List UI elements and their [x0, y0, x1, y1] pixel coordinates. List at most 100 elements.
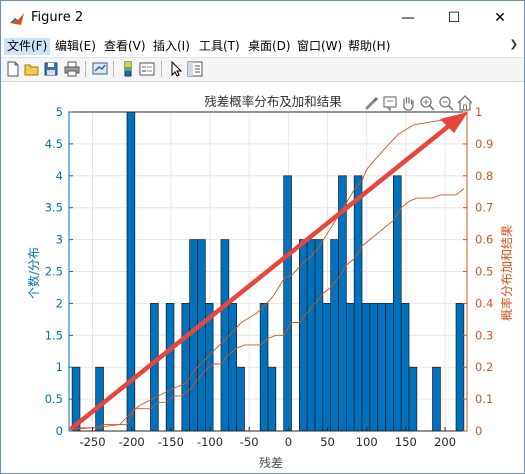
y-tick-label-right: 0.3 [475, 328, 493, 342]
y-tick-label-right: 0.5 [475, 265, 493, 279]
y-tick-label: 3.5 [45, 201, 63, 215]
save-icon[interactable] [42, 60, 60, 78]
datatip-icon[interactable] [383, 96, 397, 112]
histogram-bar [95, 366, 104, 432]
y-axis-label: 个数/分布 [26, 247, 41, 299]
histogram-bar [165, 303, 175, 432]
toolbar-separator [161, 61, 162, 77]
menu-help[interactable]: 帮助(H) [345, 38, 393, 55]
y-tick-label-right: 0.6 [475, 233, 493, 247]
histogram-bar [150, 303, 159, 432]
minimize-button[interactable]: — [385, 3, 431, 33]
y-tick-label-right: 0.7 [475, 201, 493, 215]
x-tick-label: -50 [240, 435, 259, 449]
y-tick-label: 5 [56, 105, 63, 119]
print-icon[interactable] [63, 60, 81, 78]
histogram-bar [361, 303, 371, 432]
histogram-bar [400, 303, 410, 432]
y-tick-label-right: 0 [475, 424, 482, 438]
menu-bar: 文件(F) 编辑(E) 查看(V) 插入(I) 工具(T) 桌面(D) 窗口(W… [1, 35, 524, 58]
toolbar-separator [85, 61, 86, 77]
x-axis-label: 残差 [259, 456, 283, 470]
link-plot-icon[interactable] [91, 60, 109, 78]
menu-tools[interactable]: 工具(T) [196, 38, 243, 55]
menu-desktop[interactable]: 桌面(D) [245, 38, 294, 55]
x-tick-label: -200 [119, 435, 145, 449]
y-tick-label: 4 [56, 169, 63, 183]
histogram-bar [408, 366, 418, 432]
home-icon[interactable] [457, 95, 473, 111]
y-tick-label-right: 0.9 [475, 137, 493, 151]
zoom-out-icon[interactable] [439, 96, 454, 111]
menu-file[interactable]: 文件(F) [4, 38, 51, 55]
y-tick-label: 2 [56, 296, 63, 310]
close-icon: ✕ [494, 10, 506, 26]
histogram-bar [377, 303, 386, 432]
chart-title: 残差概率分布及加和结果 [204, 94, 342, 109]
y-tick-label: 4.5 [45, 137, 63, 151]
pointer-icon[interactable] [167, 60, 185, 78]
y-tick-label: 1.5 [45, 328, 63, 342]
y-tick-label-right: 0.8 [475, 169, 493, 183]
matlab-logo-icon [10, 13, 24, 25]
y-tick-label: 0 [56, 424, 63, 438]
y-tick-label-right: 1 [475, 105, 482, 119]
legend-icon[interactable] [138, 60, 156, 78]
x-tick-label: -150 [158, 435, 184, 449]
maximize-button[interactable]: ☐ [431, 3, 477, 33]
histogram-bar [298, 239, 308, 432]
histogram-bar [455, 303, 465, 432]
axes-toolbar [365, 95, 473, 112]
brush-icon[interactable] [365, 97, 378, 110]
maximize-icon: ☐ [447, 10, 461, 26]
histogram-bar [220, 239, 230, 432]
title-bar[interactable]: Figure 2 — ☐ ✕ [1, 1, 524, 35]
menu-window[interactable]: 窗口(W) [294, 38, 345, 55]
x-tick-label: 200 [434, 435, 456, 449]
open-icon[interactable] [23, 60, 41, 78]
histogram-bar [236, 366, 245, 432]
colorbar-icon[interactable] [119, 60, 137, 78]
figure-window: Figure 2 — ☐ ✕ 文件(F) 编辑(E) 查看(V) 插入(I) 工… [0, 0, 525, 474]
y-tick-label-right: 0.2 [475, 360, 493, 374]
pan-icon[interactable] [403, 96, 414, 111]
histogram-bar [330, 239, 339, 432]
zoom-in-icon[interactable] [420, 96, 435, 111]
x-tick-label: 50 [320, 435, 335, 449]
histogram-bar [345, 303, 355, 432]
x-tick-label: -100 [197, 435, 223, 449]
histogram-bar [432, 366, 441, 432]
histogram-bar [385, 303, 394, 432]
menu-edit[interactable]: 编辑(E) [52, 38, 99, 55]
histogram-bar [197, 239, 206, 432]
histogram-bar [267, 366, 277, 432]
x-tick-label: 0 [285, 435, 292, 449]
histogram-bar [228, 303, 238, 432]
y-tick-label: 3 [56, 233, 63, 247]
histogram-bar [369, 303, 379, 432]
menu-insert[interactable]: 插入(I) [150, 38, 193, 55]
y-tick-label-right: 0.1 [475, 392, 493, 406]
window-title: Figure 2 [31, 10, 84, 25]
new-figure-icon[interactable] [4, 60, 22, 78]
minimize-icon: — [401, 10, 415, 26]
figure-canvas: -250 -200 -150 -100 -50 0 50 100 150 200 0 0.5 1 1.5 2… [1, 82, 524, 473]
menu-view[interactable]: 查看(V) [101, 38, 149, 55]
x-tick-label: -250 [79, 435, 105, 449]
close-button[interactable]: ✕ [477, 3, 523, 33]
histogram-bar [259, 303, 269, 432]
figure-toolbar [1, 58, 524, 82]
y-axis-label-right: 概率分布加和结果 [499, 225, 514, 321]
histogram-bar [322, 303, 332, 432]
y-tick-label: 2.5 [45, 265, 63, 279]
property-inspector-icon[interactable] [186, 60, 204, 78]
chevron-right-icon[interactable]: ❯ [510, 39, 518, 50]
y-tick-label: 0.5 [45, 392, 63, 406]
histogram-bar [181, 303, 191, 432]
x-tick-label: 150 [395, 435, 417, 449]
y-tick-label: 1 [56, 360, 63, 374]
x-tick-label: 100 [356, 435, 378, 449]
histogram-bar [283, 175, 292, 432]
histogram-bar [306, 239, 316, 432]
histogram-chart: -250 -200 -150 -100 -50 0 50 100 150 20000.511.52… [26, 94, 514, 470]
